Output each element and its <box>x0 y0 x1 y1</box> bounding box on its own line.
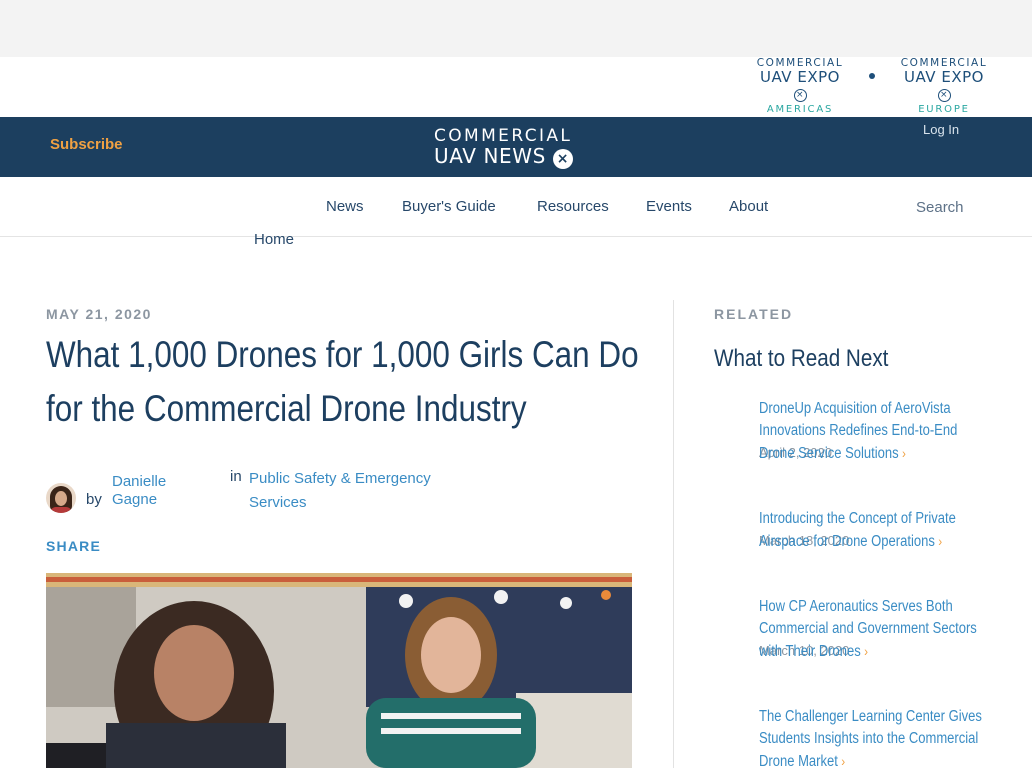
expo-europe-logo[interactable]: COMMERCIAL UAV EXPO × EUROPE <box>895 57 993 115</box>
related-item: DroneUp Acquisition of AeroVista Innovat… <box>759 398 1029 462</box>
separator-dot <box>869 73 875 79</box>
subscribe-link[interactable]: Subscribe <box>50 136 123 153</box>
expo-americas-line2: UAV EXPO <box>760 68 840 86</box>
main-nav: News Buyer's Guide Resources Events Abou… <box>0 177 1032 237</box>
read-next-heading: What to Read Next <box>714 345 889 372</box>
logo-line2: UAV NEWS <box>434 144 546 168</box>
search-input[interactable] <box>916 195 1016 219</box>
close-x-icon: × <box>937 89 951 102</box>
chevron-right-icon: › <box>841 753 846 768</box>
related-item-link[interactable]: Introducing the Concept of Private Airsp… <box>759 508 994 553</box>
expo-americas-line3: AMERICAS <box>766 104 834 115</box>
expo-europe-line2: UAV EXPO <box>904 68 984 86</box>
expo-americas-logo[interactable]: COMMERCIAL UAV EXPO × AMERICAS <box>751 57 849 115</box>
related-item: The Challenger Learning Center Gives Stu… <box>759 706 1029 768</box>
related-item-link[interactable]: DroneUp Acquisition of AeroVista Innovat… <box>759 398 994 465</box>
related-item: How CP Aeronautics Serves Both Commercia… <box>759 596 1029 660</box>
in-label: in <box>230 468 242 485</box>
article-date: MAY 21, 2020 <box>46 306 152 322</box>
top-ad-strip <box>0 0 1032 57</box>
category-link[interactable]: Public Safety & Emergency Services <box>249 467 469 515</box>
logo-x-icon: × <box>552 149 573 169</box>
nav-item-buyers-guide[interactable]: Buyer's Guide <box>402 198 496 215</box>
nav-item-about[interactable]: About <box>729 198 768 215</box>
related-label: RELATED <box>714 306 794 322</box>
related-item: Introducing the Concept of Private Airsp… <box>759 508 1029 550</box>
avatar[interactable] <box>46 483 76 513</box>
expo-bar: COMMERCIAL UAV EXPO × AMERICAS COMMERCIA… <box>0 57 1032 117</box>
related-item-link[interactable]: How CP Aeronautics Serves Both Commercia… <box>759 596 994 663</box>
article-photo <box>46 573 632 768</box>
chevron-right-icon: › <box>864 643 869 659</box>
close-x-icon: × <box>793 89 807 102</box>
expo-europe-line3: EUROPE <box>918 104 970 115</box>
logo-line1: COMMERCIAL <box>434 126 573 146</box>
nav-item-resources[interactable]: Resources <box>537 198 609 215</box>
classroom-photo <box>46 573 632 768</box>
column-divider <box>673 300 674 768</box>
by-label: by <box>86 491 102 508</box>
related-item-link[interactable]: The Challenger Learning Center Gives Stu… <box>759 706 994 768</box>
nav-item-events[interactable]: Events <box>646 198 692 215</box>
login-link[interactable]: Log In <box>923 122 959 137</box>
author-link[interactable]: Danielle Gagne <box>112 473 192 509</box>
article-title-line2: for the Commercial Drone Industry <box>46 388 527 429</box>
article-title: What 1,000 Drones for 1,000 Girls Can Do… <box>46 328 641 436</box>
nav-item-news[interactable]: News <box>326 198 364 215</box>
share-button[interactable]: SHARE <box>46 538 101 554</box>
article-title-line1: What 1,000 Drones for 1,000 Girls Can Do <box>46 334 639 375</box>
breadcrumb-home[interactable]: Home <box>254 231 294 248</box>
brand-bar: Subscribe COMMERCIAL UAV NEWS × Log In <box>0 117 1032 177</box>
chevron-right-icon: › <box>938 533 943 549</box>
chevron-right-icon: › <box>902 445 906 461</box>
site-logo[interactable]: COMMERCIAL UAV NEWS × <box>434 127 599 169</box>
